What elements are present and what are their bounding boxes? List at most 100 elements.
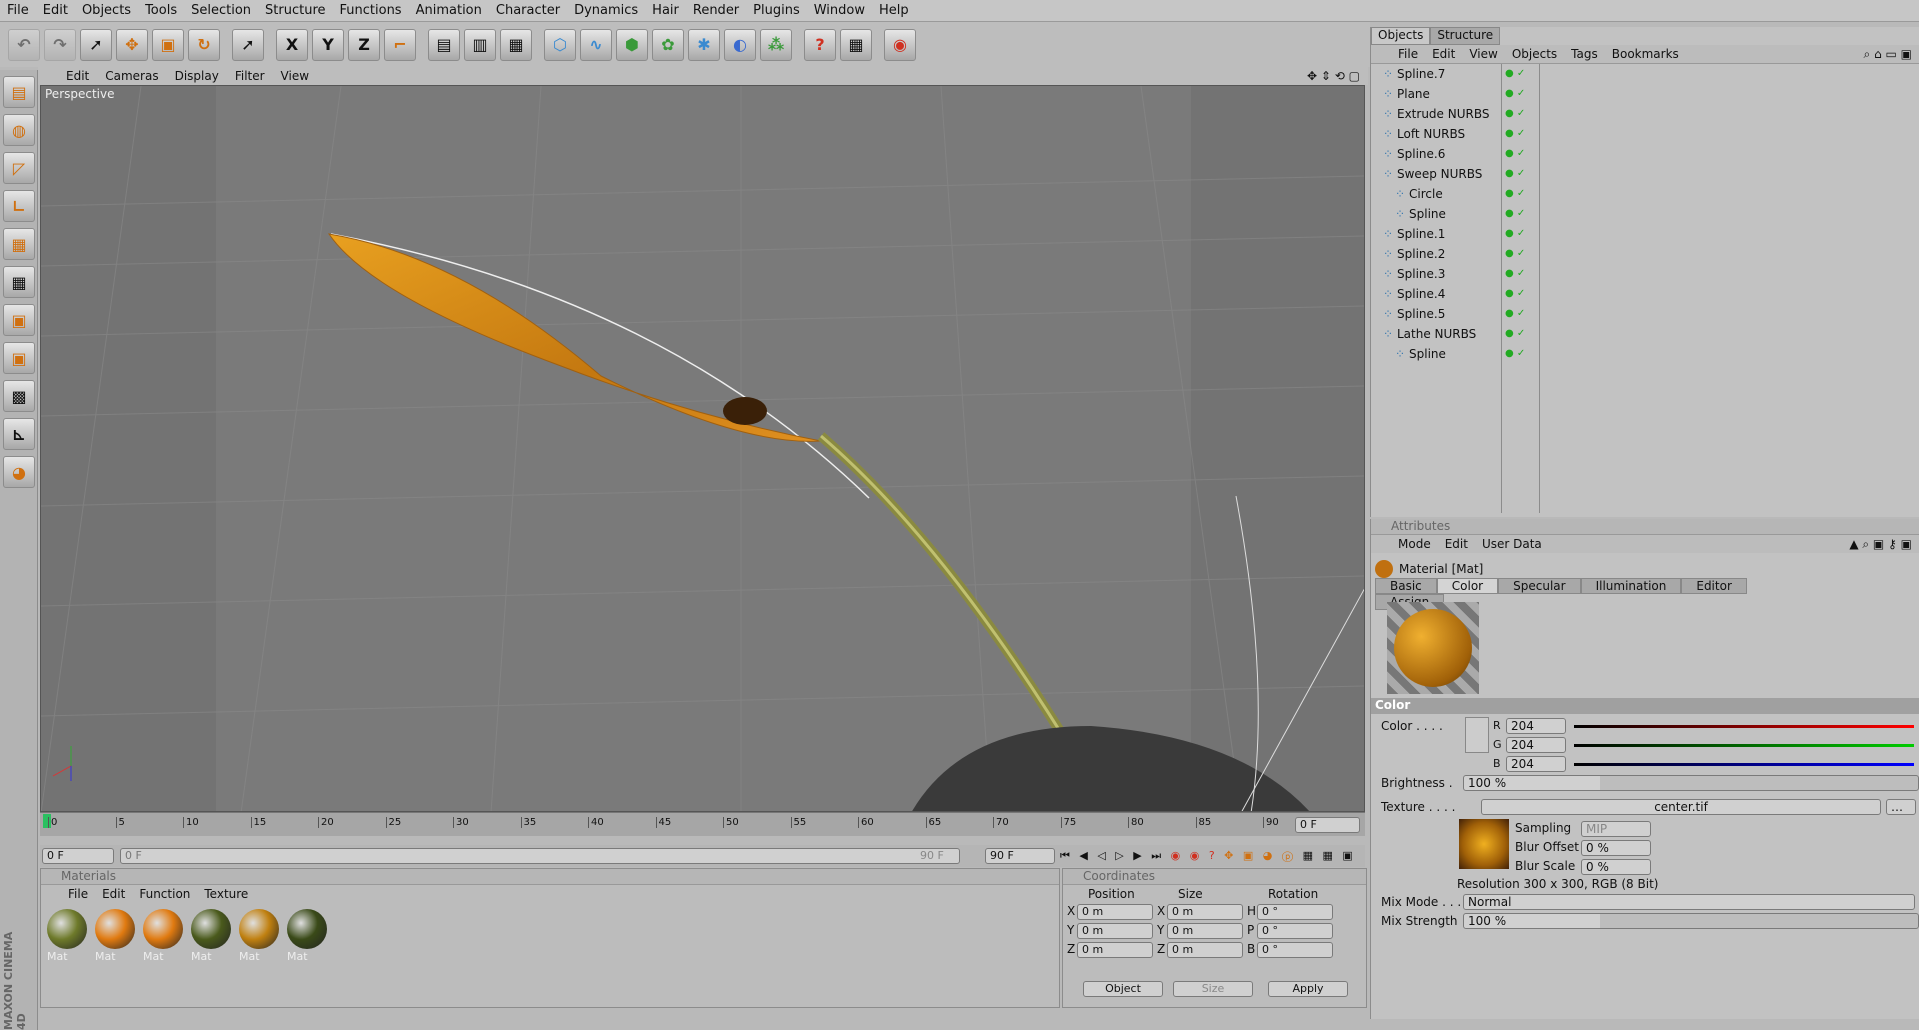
use-model-mode-icon[interactable]: ▤ [3, 76, 35, 108]
blur-offset-field[interactable]: 0 % [1581, 840, 1651, 856]
spline-icon[interactable]: ∿ [580, 28, 612, 61]
visibility-toggle[interactable]: ● ✓ [1505, 288, 1529, 300]
blur-scale-field[interactable]: 0 % [1581, 859, 1651, 875]
visibility-toggle[interactable]: ● ✓ [1505, 328, 1529, 340]
coordinate-field[interactable]: 0 ° [1257, 904, 1333, 920]
menu-render[interactable]: Render [686, 3, 746, 18]
object-row[interactable]: ⁘ Loft NURBS ● ✓ [1371, 124, 1919, 144]
materials-menu-texture[interactable]: Texture [197, 887, 255, 901]
objects-menu-tags[interactable]: Tags [1564, 47, 1605, 61]
material-swatch[interactable]: Mat [285, 907, 329, 963]
tab-structure[interactable]: Structure [1430, 27, 1501, 45]
objects-menu-file[interactable]: File [1391, 47, 1425, 61]
search-icon[interactable]: ⌕ ⌂ ▭ ▣ [1857, 47, 1919, 62]
coordinate-field[interactable]: 0 m [1167, 923, 1243, 939]
texture-mode-icon[interactable]: ▩ [3, 380, 35, 412]
material-swatch[interactable]: Mat [237, 907, 281, 963]
undo-icon[interactable]: ↶ [8, 28, 40, 61]
menu-structure[interactable]: Structure [258, 3, 332, 18]
render-picture-viewer-icon[interactable]: ▥ [464, 28, 496, 61]
polygons-mode-icon[interactable]: ▦ [3, 228, 35, 260]
menu-selection[interactable]: Selection [184, 3, 258, 18]
scale-tool-icon[interactable]: ▣ [152, 28, 184, 61]
tweak-mode-icon[interactable]: ◕ [3, 456, 35, 488]
menu-functions[interactable]: Functions [333, 3, 409, 18]
render-view-icon[interactable]: ▤ [428, 28, 460, 61]
current-frame-field[interactable]: 0 F [1295, 817, 1360, 833]
visibility-toggle[interactable]: ● ✓ [1505, 228, 1529, 240]
rotate-tool-icon[interactable]: ↻ [188, 28, 220, 61]
coordinate-field[interactable]: 0 m [1167, 904, 1243, 920]
material-swatch[interactable]: Mat [45, 907, 89, 963]
scene-icon[interactable]: ◐ [724, 28, 756, 61]
object-row[interactable]: ⁘ Spline.4 ● ✓ [1371, 284, 1919, 304]
particles-icon[interactable]: ⁂ [760, 28, 792, 61]
objects-menu-edit[interactable]: Edit [1425, 47, 1462, 61]
range-start-field[interactable]: 0 F [120, 848, 960, 864]
visibility-toggle[interactable]: ● ✓ [1505, 88, 1529, 100]
tab-editor[interactable]: Editor [1681, 578, 1747, 594]
playback-controls[interactable]: ⏮ ◀ ◁ ▷ ▶ ⏭ ◉ ◉ ? ✥ ▣ ◕ ⓟ ▦ ▦ ▣ [1060, 849, 1356, 863]
object-row[interactable]: ⁘ Spline.7 ● ✓ [1371, 64, 1919, 84]
points-mode-icon[interactable]: ◸ [3, 152, 35, 184]
attributes-menu-mode[interactable]: Mode [1391, 537, 1438, 551]
layout2-icon[interactable]: ▣ [3, 304, 35, 336]
objects-menu-objects[interactable]: Objects [1505, 47, 1564, 61]
g-slider[interactable] [1574, 744, 1914, 747]
menu-plugins[interactable]: Plugins [746, 3, 807, 18]
object-row[interactable]: ⁘ Circle ● ✓ [1371, 184, 1919, 204]
materials-menu-file[interactable]: File [61, 887, 95, 901]
apply-button[interactable]: Apply [1268, 981, 1348, 997]
brightness-field[interactable]: 100 % [1463, 775, 1919, 791]
visibility-toggle[interactable]: ● ✓ [1505, 188, 1529, 200]
timeline-icon[interactable]: ▦ [840, 28, 872, 61]
attributes-menu-edit[interactable]: Edit [1438, 537, 1475, 551]
select-tool-icon[interactable]: ➚ [80, 28, 112, 61]
size-mode-select[interactable]: Size [1173, 981, 1253, 997]
end-frame-field[interactable]: 90 F [985, 848, 1055, 864]
coordinate-field[interactable]: 0 ° [1257, 923, 1333, 939]
attribute-nav-icons[interactable]: ▲ ⌕ ▣ ⚷ ▣ [1842, 537, 1919, 552]
x-axis-button[interactable]: X [276, 28, 308, 61]
object-row[interactable]: ⁘ Lathe NURBS ● ✓ [1371, 324, 1919, 344]
object-row[interactable]: ⁘ Spline.6 ● ✓ [1371, 144, 1919, 164]
visibility-toggle[interactable]: ● ✓ [1505, 108, 1529, 120]
y-axis-button[interactable]: Y [312, 28, 344, 61]
visibility-toggle[interactable]: ● ✓ [1505, 208, 1529, 220]
menu-animation[interactable]: Animation [409, 3, 489, 18]
help-icon[interactable]: ? [804, 28, 836, 61]
viewport-menu-cameras[interactable]: Cameras [97, 69, 166, 83]
object-row[interactable]: ⁘ Spline ● ✓ [1371, 344, 1919, 364]
object-row[interactable]: ⁘ Sweep NURBS ● ✓ [1371, 164, 1919, 184]
visibility-toggle[interactable]: ● ✓ [1505, 148, 1529, 160]
timeline[interactable]: 0 5 10 15 20 25 30 35 40 45 50 55 60 65 70 75 80 85 90 0 F [40, 812, 1365, 836]
z-axis-button[interactable]: Z [348, 28, 380, 61]
objects-menu-view[interactable]: View [1462, 47, 1504, 61]
texture-field[interactable]: center.tif [1481, 799, 1881, 815]
object-row[interactable]: ⁘ Spline ● ✓ [1371, 204, 1919, 224]
r-field[interactable]: 204 [1506, 718, 1566, 734]
visibility-toggle[interactable]: ● ✓ [1505, 128, 1529, 140]
viewport-menu-view[interactable]: View [273, 69, 317, 83]
visibility-toggle[interactable]: ● ✓ [1505, 248, 1529, 260]
object-mode-icon[interactable]: ◍ [3, 114, 35, 146]
viewport-nav-icons[interactable]: ✥ ⇕ ⟲ ▢ [1299, 69, 1368, 83]
material-swatch[interactable]: Mat [93, 907, 137, 963]
menu-character[interactable]: Character [489, 3, 567, 18]
nurbs-icon[interactable]: ⬢ [616, 28, 648, 61]
render-settings-icon[interactable]: ▦ [500, 28, 532, 61]
g-field[interactable]: 204 [1506, 737, 1566, 753]
color-swatch[interactable] [1465, 717, 1489, 753]
layout3-icon[interactable]: ▣ [3, 342, 35, 374]
viewport-menu-filter[interactable]: Filter [227, 69, 273, 83]
visibility-toggle[interactable]: ● ✓ [1505, 168, 1529, 180]
coordinate-system-icon[interactable]: ⌐ [384, 28, 416, 61]
start-frame-field[interactable]: 0 F [42, 848, 114, 864]
tab-color[interactable]: Color [1436, 578, 1499, 594]
redo-icon[interactable]: ↷ [44, 28, 76, 61]
deformer-icon[interactable]: ✱ [688, 28, 720, 61]
visibility-toggle[interactable]: ● ✓ [1505, 348, 1529, 360]
move-tool-icon[interactable]: ✥ [116, 28, 148, 61]
material-swatch[interactable]: Mat [141, 907, 185, 963]
mix-mode-select[interactable]: Normal [1463, 894, 1915, 910]
